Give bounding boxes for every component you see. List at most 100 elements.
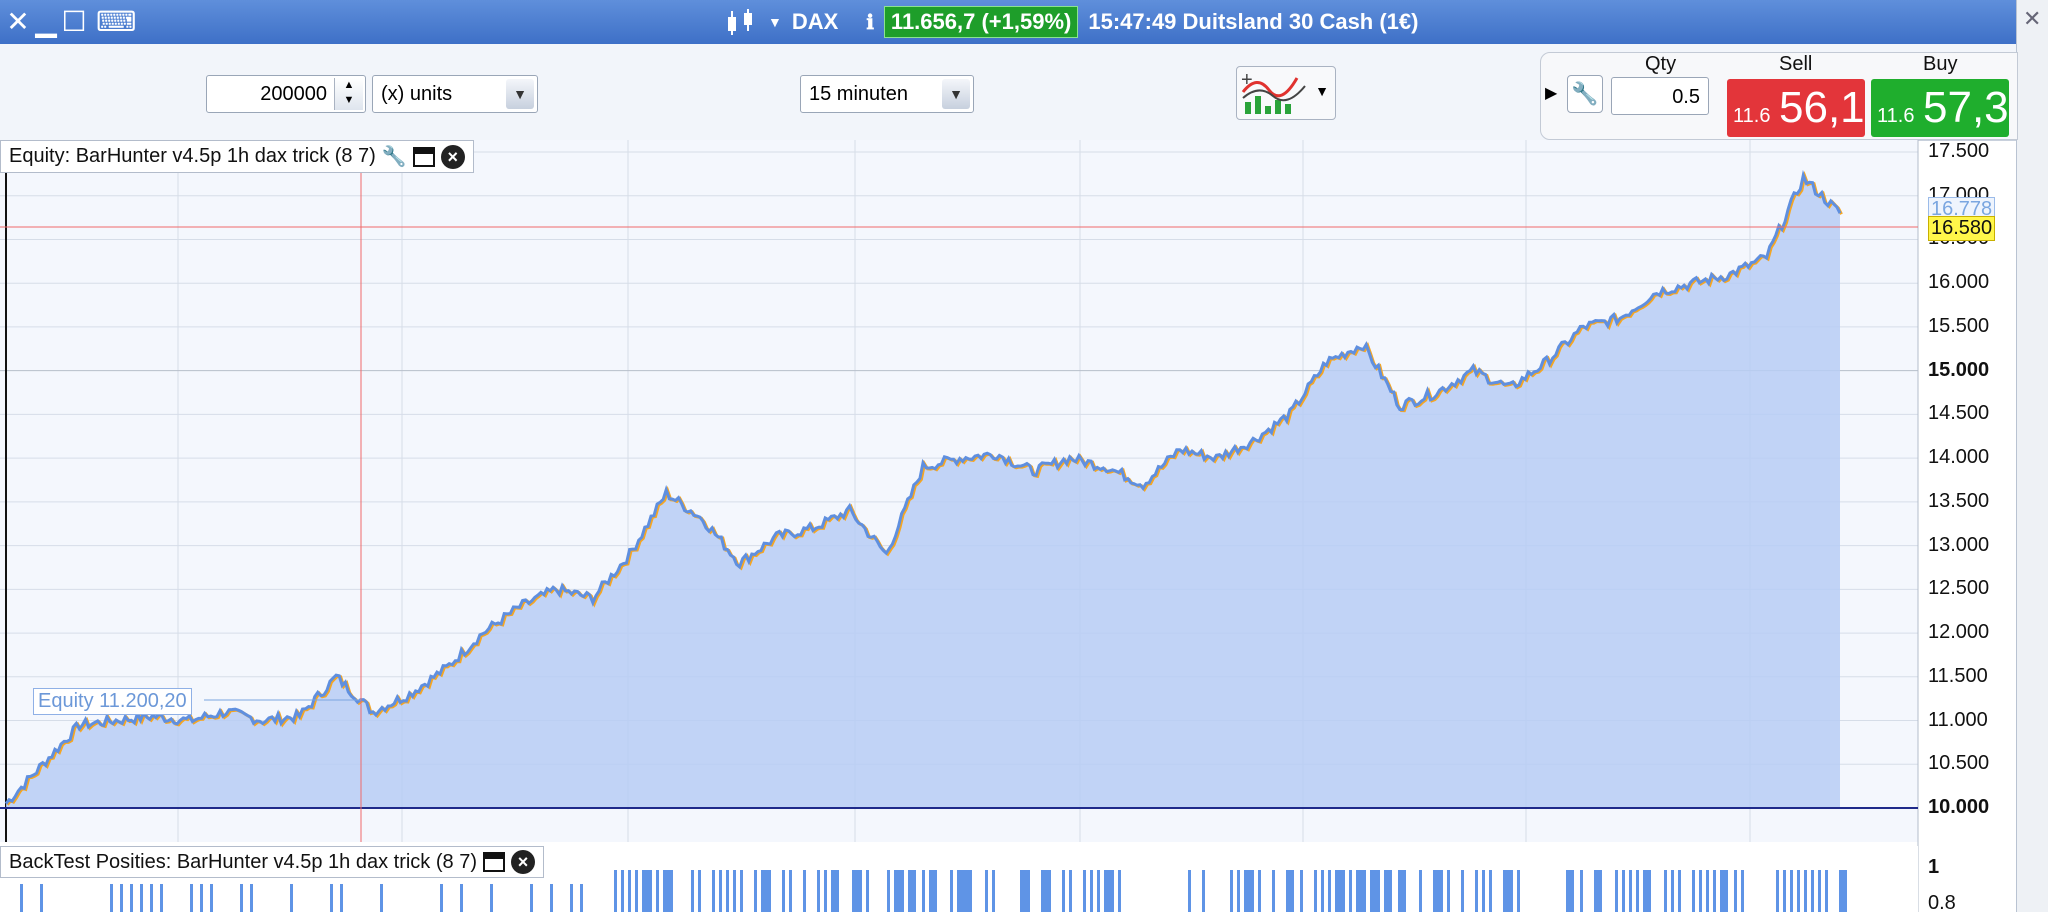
axis-tick-label: 13.000: [1928, 533, 1990, 556]
sell-button[interactable]: 11.6 56,1: [1727, 79, 1865, 137]
backtest-bar: [1475, 870, 1478, 912]
backtest-bar: [160, 884, 163, 912]
backtest-bar: [1188, 870, 1191, 912]
backtest-bar: [950, 870, 953, 912]
close-icon[interactable]: ×: [440, 144, 465, 169]
backtest-bar: [1804, 870, 1807, 912]
backtest-bar: [1020, 870, 1028, 912]
axis-tick-label: 10.000: [1928, 796, 1990, 818]
backtest-bar: [901, 870, 904, 912]
backtest-bar: [1706, 870, 1709, 912]
sell-price-big: 56,1: [1779, 83, 1865, 132]
side-panel-edge: ✕: [2016, 0, 2048, 912]
backtest-bar: [1111, 870, 1114, 912]
backtest-panel-title: BackTest Posities: BarHunter v4.5p 1h da…: [9, 850, 477, 873]
backtest-bar: [330, 884, 333, 912]
backtest-bar: [859, 870, 862, 912]
backtest-bar: [761, 870, 769, 912]
indicators-button[interactable]: + ▼: [1236, 66, 1336, 120]
wrench-icon[interactable]: 🔧: [1567, 75, 1603, 113]
backtest-bar: [1790, 870, 1793, 912]
close-icon[interactable]: ✕: [2023, 6, 2041, 32]
backtest-bar: [1419, 870, 1422, 912]
wrench-icon[interactable]: 🔧: [382, 144, 407, 169]
title-center: ▼ DAX ℹ 11.656,7 (+1,59%) 15:47:49 Duits…: [724, 4, 1418, 40]
backtest-bar: [789, 870, 792, 912]
amount-value: 200000: [260, 83, 327, 105]
backtest-bar: [803, 870, 806, 912]
svg-text:+: +: [1241, 69, 1253, 91]
backtest-bar: [656, 870, 659, 912]
backtest-bar: [1202, 870, 1205, 912]
equity-panel-header: Equity: BarHunter v4.5p 1h dax trick (8 …: [0, 140, 474, 173]
backtest-bar: [120, 884, 123, 912]
backtest-bar: [922, 870, 925, 912]
close-icon[interactable]: ×: [510, 850, 535, 874]
buy-button[interactable]: 11.6 57,3: [1871, 79, 2009, 137]
backtest-bar: [1643, 870, 1651, 912]
units-select-value: (x) units: [381, 83, 453, 105]
equity-chart[interactable]: [0, 140, 2016, 912]
backtest-bar: [1664, 870, 1667, 912]
backtest-bar: [1594, 870, 1602, 912]
backtest-bar: [1321, 870, 1324, 912]
info-icon[interactable]: ℹ: [866, 10, 874, 35]
backtest-bar: [1510, 870, 1513, 912]
units-select[interactable]: (x) units ▼: [372, 75, 538, 113]
close-icon[interactable]: ✕: [4, 6, 32, 38]
backtest-bar: [1251, 870, 1254, 912]
backtest-bar: [852, 870, 860, 912]
axis-tick-label: 15.500: [1928, 314, 1990, 337]
backtest-bar: [1027, 870, 1030, 912]
expand-arrow-icon[interactable]: ▶: [1545, 83, 1557, 103]
chevron-down-icon[interactable]: ▼: [942, 79, 970, 109]
amount-stepper[interactable]: 200000 ▲ ▼: [206, 75, 366, 113]
backtest-bar: [1629, 870, 1632, 912]
chevron-down-icon[interactable]: ▼: [1315, 83, 1329, 99]
instrument-time-name: 15:47:49 Duitsland 30 Cash (1€): [1088, 9, 1419, 34]
minimize-icon[interactable]: ▁: [32, 6, 60, 38]
backtest-bar: [1720, 870, 1728, 912]
interval-select[interactable]: 15 minuten ▼: [800, 75, 974, 113]
keyboard-icon[interactable]: ⌨: [96, 6, 136, 38]
buy-label: Buy: [1923, 53, 1958, 75]
price-change-badge: 11.656,7 (+1,59%): [883, 6, 1079, 38]
backtest-bar: [1811, 870, 1814, 912]
backtest-bar: [929, 870, 937, 912]
stepper-arrows[interactable]: ▲ ▼: [334, 78, 363, 110]
chevron-down-icon[interactable]: ▼: [768, 14, 782, 30]
qty-input[interactable]: 0.5: [1611, 77, 1709, 115]
backtest-bar: [1328, 870, 1331, 912]
backtest-bar: [1258, 870, 1261, 912]
backtest-bar: [1517, 870, 1520, 912]
chevron-down-icon[interactable]: ▼: [506, 79, 534, 109]
backtest-bar: [1566, 870, 1574, 912]
backtest-bar: [985, 870, 988, 912]
current-price-label: 16.580: [1928, 216, 1996, 241]
backtest-bar: [340, 884, 343, 912]
candlestick-icon[interactable]: [724, 7, 758, 37]
window-icon[interactable]: [412, 146, 435, 167]
backtest-bar: [1286, 870, 1294, 912]
chart-area[interactable]: Equity: BarHunter v4.5p 1h dax trick (8 …: [0, 140, 2016, 914]
backtest-bar: [440, 884, 443, 912]
backtest-bar: [1398, 870, 1406, 912]
backtest-bar: [290, 884, 293, 912]
backtest-bar: [1447, 870, 1450, 912]
backtest-bar: [957, 870, 965, 912]
backtest-bar: [1370, 870, 1378, 912]
backtest-bar: [240, 884, 243, 912]
axis-tick-label: 12.500: [1928, 577, 1990, 600]
maximize-icon[interactable]: ☐: [60, 6, 88, 38]
backtest-bar: [1622, 870, 1625, 912]
backtest-bar: [698, 870, 701, 912]
axis-tick-label: 15.000: [1928, 358, 1990, 381]
backtest-bar: [824, 870, 827, 912]
backtest-bar: [1797, 870, 1800, 912]
axis-tick-label: 14.000: [1928, 446, 1990, 469]
backtest-bar: [1699, 870, 1702, 912]
backtest-bar: [140, 884, 143, 912]
backtest-bar: [1272, 870, 1275, 912]
window-icon[interactable]: [482, 852, 505, 872]
instrument-name[interactable]: DAX: [792, 9, 838, 35]
